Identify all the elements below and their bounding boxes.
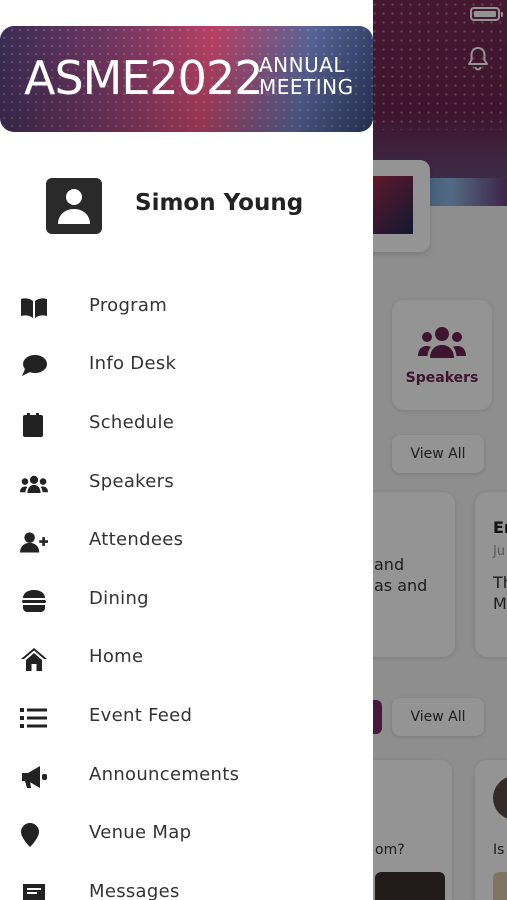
user-avatar-icon[interactable] <box>46 178 102 234</box>
message-icon <box>23 884 45 900</box>
menu-item-home[interactable]: Home <box>0 629 373 687</box>
subtitle-line-1: ANNUAL <box>259 53 346 77</box>
user-plus-icon <box>20 532 48 553</box>
list-icon <box>20 708 47 728</box>
home-icon <box>21 648 47 671</box>
navigation-drawer: ASME2022 ANNUAL MEETING Simon Young Prog… <box>0 0 373 900</box>
megaphone-icon <box>22 766 47 788</box>
users-icon <box>20 475 48 494</box>
menu-item-label: Venue Map <box>89 822 192 843</box>
menu-item-label: Home <box>89 646 144 667</box>
menu-item-label: Attendees <box>89 529 184 550</box>
event-logo-text: ASME2022 <box>24 51 263 105</box>
menu-item-schedule[interactable]: Schedule <box>0 395 373 453</box>
book-open-icon <box>21 298 47 318</box>
menu-item-attendees[interactable]: Attendees <box>0 512 373 570</box>
menu-item-program[interactable]: Program <box>0 278 373 336</box>
menu-item-announcements[interactable]: Announcements <box>0 747 373 805</box>
map-pin-icon <box>21 823 39 847</box>
calendar-icon <box>23 413 43 437</box>
menu-item-event-feed[interactable]: Event Feed <box>0 688 373 746</box>
menu-item-speakers[interactable]: Speakers <box>0 454 373 512</box>
menu-item-info-desk[interactable]: Info Desk <box>0 336 373 394</box>
menu-item-label: Schedule <box>89 412 175 433</box>
menu-item-venue-map[interactable]: Venue Map <box>0 805 373 863</box>
menu-item-label: Event Feed <box>89 705 193 726</box>
event-logo-subtitle: ANNUAL MEETING <box>259 54 354 98</box>
menu-item-label: Messages <box>89 881 180 900</box>
event-banner: ASME2022 ANNUAL MEETING <box>0 26 373 132</box>
user-name[interactable]: Simon Young <box>135 190 303 216</box>
menu-item-label: Speakers <box>89 471 174 492</box>
menu-item-label: Dining <box>89 588 149 609</box>
chat-bubble-icon <box>22 355 47 376</box>
menu-item-messages[interactable]: Messages <box>0 864 373 900</box>
menu-item-label: Announcements <box>89 764 240 785</box>
burger-icon <box>22 590 46 612</box>
menu-item-dining[interactable]: Dining <box>0 571 373 629</box>
menu-item-label: Program <box>89 295 168 316</box>
menu-item-label: Info Desk <box>89 353 177 374</box>
subtitle-line-2: MEETING <box>259 75 354 99</box>
